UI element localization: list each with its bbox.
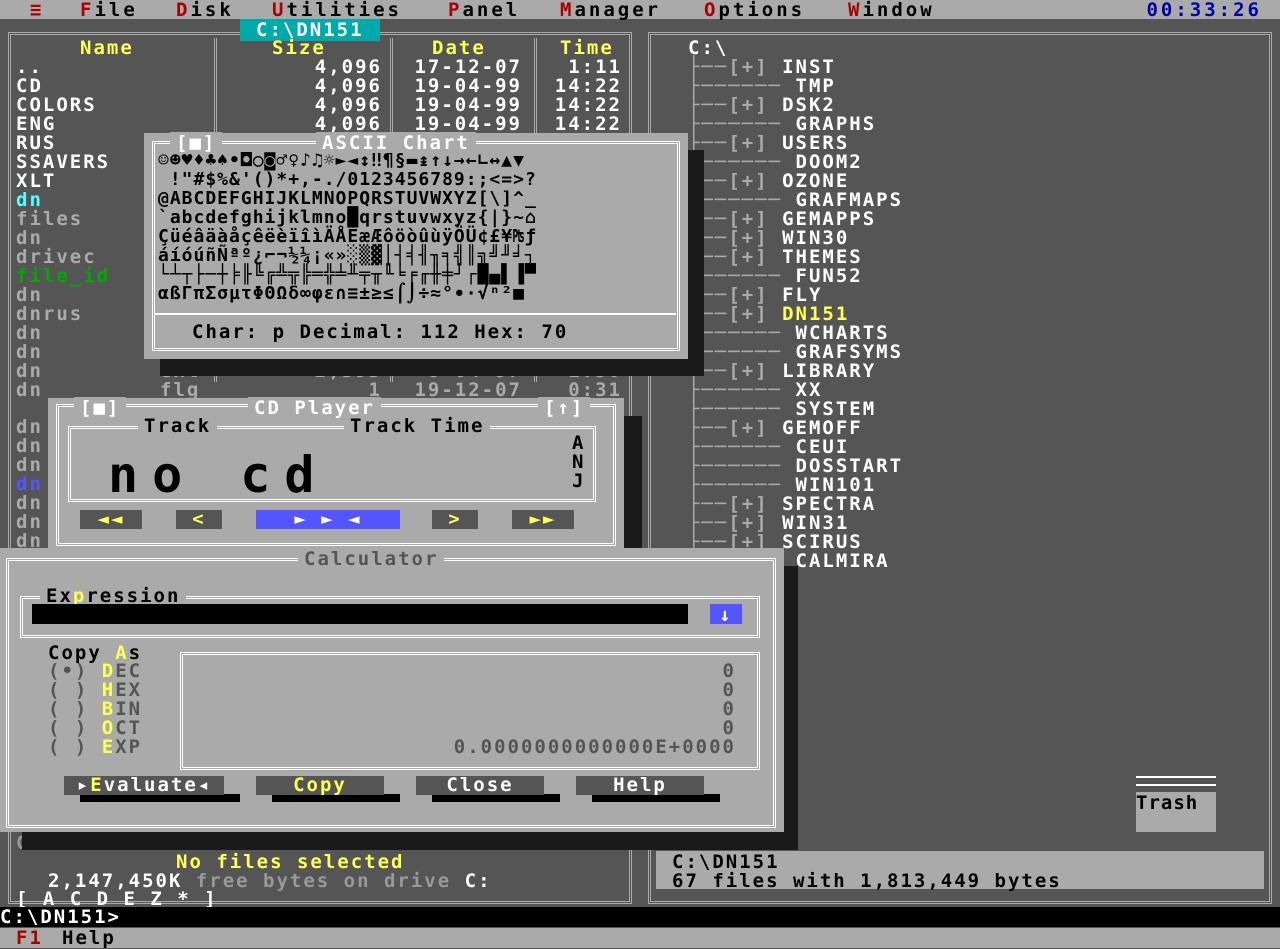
result-value: 0.0000000000000E+0000 <box>453 736 736 758</box>
help-button[interactable]: Help <box>576 776 704 795</box>
ascii-row[interactable]: @ABCDEFGHIJKLMNOPQRSTUVWXYZ[\]^_ <box>158 189 537 208</box>
menu-panel[interactable]: Panel <box>448 0 520 21</box>
next-track-button[interactable]: > <box>432 510 478 529</box>
copy-as-radio[interactable]: ( ) EXP <box>48 736 142 758</box>
track-label: Track <box>138 415 218 437</box>
trash-icon[interactable]: Trash <box>1136 776 1216 832</box>
tree-info-summary: 67 files with 1,813,449 bytes <box>672 870 1062 892</box>
copy-button[interactable]: Copy <box>256 776 384 795</box>
key-bar: F1 Help <box>0 927 1280 949</box>
close-button[interactable]: Close <box>416 776 544 795</box>
cd-player-window[interactable]: [■] CD Player [↑] Track Track Time no cd… <box>48 397 624 550</box>
cd-side-letters: ANJ <box>572 432 586 492</box>
ascii-row[interactable]: ÇüéâäàåçêëèïîìÄÅÉæÆôöòûùÿÖÜ¢£¥₧ƒ <box>158 227 537 246</box>
expression-input[interactable] <box>32 604 688 624</box>
rewind-button[interactable]: ◄◄ <box>80 510 142 529</box>
ascii-row[interactable]: └┴┬├─┼╞╟╚╔╩╦╠═╬╧╨╤╥╙╘╒╓╫╪┘┌█▄▌▐▀ <box>158 265 537 284</box>
divider <box>154 313 676 315</box>
ascii-chart-window[interactable]: [■] ASCII Chart ☺☻♥♦♣♠•◘○◙♂♀♪♫☼►◄↕‼¶§▬↨↑… <box>144 132 688 359</box>
system-menu-icon[interactable]: ≡ <box>30 0 44 21</box>
play-button[interactable]: ► ► ◄ <box>256 510 400 529</box>
fast-forward-button[interactable]: ►► <box>512 510 574 529</box>
evaluate-button[interactable]: ▸Evaluate◂ <box>64 776 224 795</box>
key-f1-label[interactable]: Help <box>62 927 116 949</box>
cd-display: no cd <box>108 446 329 504</box>
cd-close-button[interactable]: [■] <box>74 397 127 419</box>
menu-file[interactable]: File <box>80 0 138 21</box>
ascii-row[interactable]: ☺☻♥♦♣♠•◘○◙♂♀♪♫☼►◄↕‼¶§▬↨↑↓→←∟↔▲▼ <box>158 151 537 170</box>
calculator-title: Calculator <box>298 548 445 570</box>
tree-node-label: CALMIRA <box>795 550 890 572</box>
menu-disk[interactable]: Disk <box>176 0 234 21</box>
key-f1[interactable]: F1 <box>16 927 43 949</box>
ascii-row[interactable]: áíóúñÑªº¿⌐¬½¼¡«»░▒▓│┤╡╢╖╕╣║╗╝╜╛┐ <box>158 246 537 265</box>
ascii-char-grid[interactable]: ☺☻♥♦♣♠•◘○◙♂♀♪♫☼►◄↕‼¶§▬↨↑↓→←∟↔▲▼ !"#$%&'(… <box>158 151 537 303</box>
menu-window[interactable]: Window <box>848 0 935 21</box>
clock: 00:33:26 <box>1146 0 1262 21</box>
history-dropdown-button[interactable]: ↓ <box>710 604 742 626</box>
ascii-row[interactable]: αßΓπΣσµτΦΘΩδ∞φε∩≡±≥≤⌠⌡÷≈°∙·√ⁿ²■ <box>158 284 537 303</box>
menu-options[interactable]: Options <box>704 0 805 21</box>
ascii-row[interactable]: `abcdefghijklmno█qrstuvwxyz{|}~⌂ <box>158 208 537 227</box>
track-time-label: Track Time <box>344 415 491 437</box>
menu-bar: ≡ File Disk Utilities Panel Manager Opti… <box>0 0 1280 21</box>
prev-track-button[interactable]: < <box>176 510 222 529</box>
menu-manager[interactable]: Manager <box>560 0 661 21</box>
calculator-window[interactable]: Calculator Expression ↓ Copy As (•) DEC(… <box>0 548 784 832</box>
file-name: dn <box>16 379 43 401</box>
ascii-row[interactable]: !"#$%&'()*+,-./0123456789:;<=>? <box>158 170 537 189</box>
command-line[interactable]: C:\DN151> <box>0 906 1280 928</box>
ascii-status: Char: p Decimal: 112 Hex: 70 <box>192 321 569 343</box>
menu-utilities[interactable]: Utilities <box>272 0 402 21</box>
trash-label: Trash <box>1136 792 1199 814</box>
cd-zoom-button[interactable]: [↑] <box>538 397 591 419</box>
command-prompt: C:\DN151> <box>0 906 121 928</box>
